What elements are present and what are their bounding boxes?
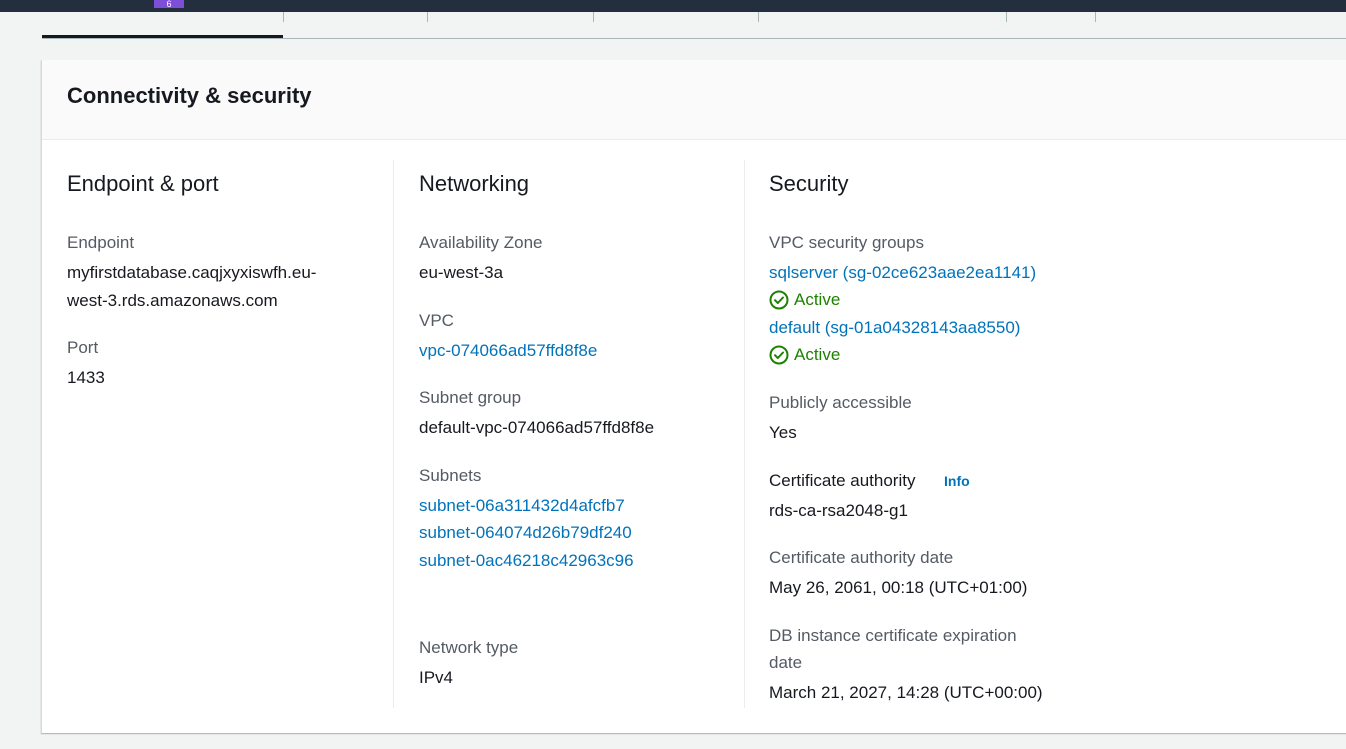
tab-monitoring[interactable] — [284, 12, 427, 38]
info-link[interactable]: Info — [944, 473, 970, 489]
availability-zone-value: eu-west-3a — [419, 263, 504, 282]
certificate-authority-value: rds-ca-rsa2048-g1 — [769, 501, 908, 520]
detail-tabs — [0, 12, 1346, 39]
column-divider — [393, 160, 394, 708]
check-circle-icon — [769, 345, 789, 365]
subnet-link[interactable]: subnet-06a311432d4afcfb7 — [419, 496, 625, 516]
certificate-authority-date-label: Certificate authority date — [769, 548, 954, 567]
security-group-link[interactable]: sqlserver (sg-02ce623aae2ea1141) — [769, 263, 1036, 283]
publicly-accessible-label: Publicly accessible — [769, 393, 912, 412]
certificate-expiration-label-line2: date — [769, 653, 803, 672]
endpoint-value-line1: myfirstdatabase.caqjxyxiswfh.eu- — [67, 263, 317, 282]
vpc-label: VPC — [419, 311, 454, 330]
tab-maintenance-backups[interactable] — [759, 12, 1006, 38]
port-value: 1433 — [67, 368, 105, 387]
check-circle-icon — [769, 290, 789, 310]
certificate-expiration-value: March 21, 2027, 14:28 (UTC+00:00) — [769, 683, 1043, 702]
top-navigation-bar: 6 — [0, 0, 1346, 12]
subnet-link[interactable]: subnet-0ac46218c42963c96 — [419, 551, 634, 571]
subnet-link[interactable]: subnet-064074d26b79df240 — [419, 523, 632, 543]
network-type-label: Network type — [419, 638, 519, 657]
connectivity-security-panel: Connectivity & security Endpoint & port … — [41, 60, 1346, 733]
subnet-group-label: Subnet group — [419, 388, 522, 407]
status-text: Active — [794, 290, 841, 309]
certificate-authority-date-value: May 26, 2061, 00:18 (UTC+01:00) — [769, 578, 1028, 597]
status-text: Active — [794, 345, 841, 364]
tab-configuration[interactable] — [594, 12, 758, 38]
panel-header: Connectivity & security — [42, 60, 1346, 140]
availability-zone-label: Availability Zone — [419, 233, 543, 252]
endpoint-port-heading: Endpoint & port — [67, 171, 219, 196]
certificate-authority-label: Certificate authority — [769, 471, 916, 490]
panel-title: Connectivity & security — [67, 83, 312, 108]
active-tab-indicator — [42, 35, 283, 38]
network-type-value: IPv4 — [419, 668, 454, 687]
tab-data-migrations[interactable] — [1007, 12, 1095, 38]
port-label: Port — [67, 338, 99, 357]
tabs-baseline — [42, 38, 1346, 39]
subnets-label: Subnets — [419, 466, 482, 485]
publicly-accessible-value: Yes — [769, 423, 797, 442]
networking-heading: Networking — [419, 171, 530, 196]
endpoint-value-line2: west-3.rds.amazonaws.com — [67, 291, 278, 310]
tab-tags[interactable] — [1096, 12, 1346, 38]
security-heading: Security — [769, 171, 849, 196]
security-group-status: Active — [769, 290, 840, 310]
security-group-status: Active — [769, 345, 840, 365]
certificate-expiration-label-line1: DB instance certificate expiration — [769, 626, 1017, 645]
notification-badge[interactable]: 6 — [154, 0, 184, 8]
vpc-security-groups-label: VPC security groups — [769, 233, 924, 252]
tab-logs-events[interactable] — [428, 12, 593, 38]
column-divider — [744, 160, 745, 708]
vpc-link[interactable]: vpc-074066ad57ffd8f8e — [419, 341, 597, 361]
security-group-link[interactable]: default (sg-01a04328143aa8550) — [769, 318, 1020, 338]
subnet-group-value: default-vpc-074066ad57ffd8f8e — [419, 418, 655, 437]
endpoint-label: Endpoint — [67, 233, 135, 252]
